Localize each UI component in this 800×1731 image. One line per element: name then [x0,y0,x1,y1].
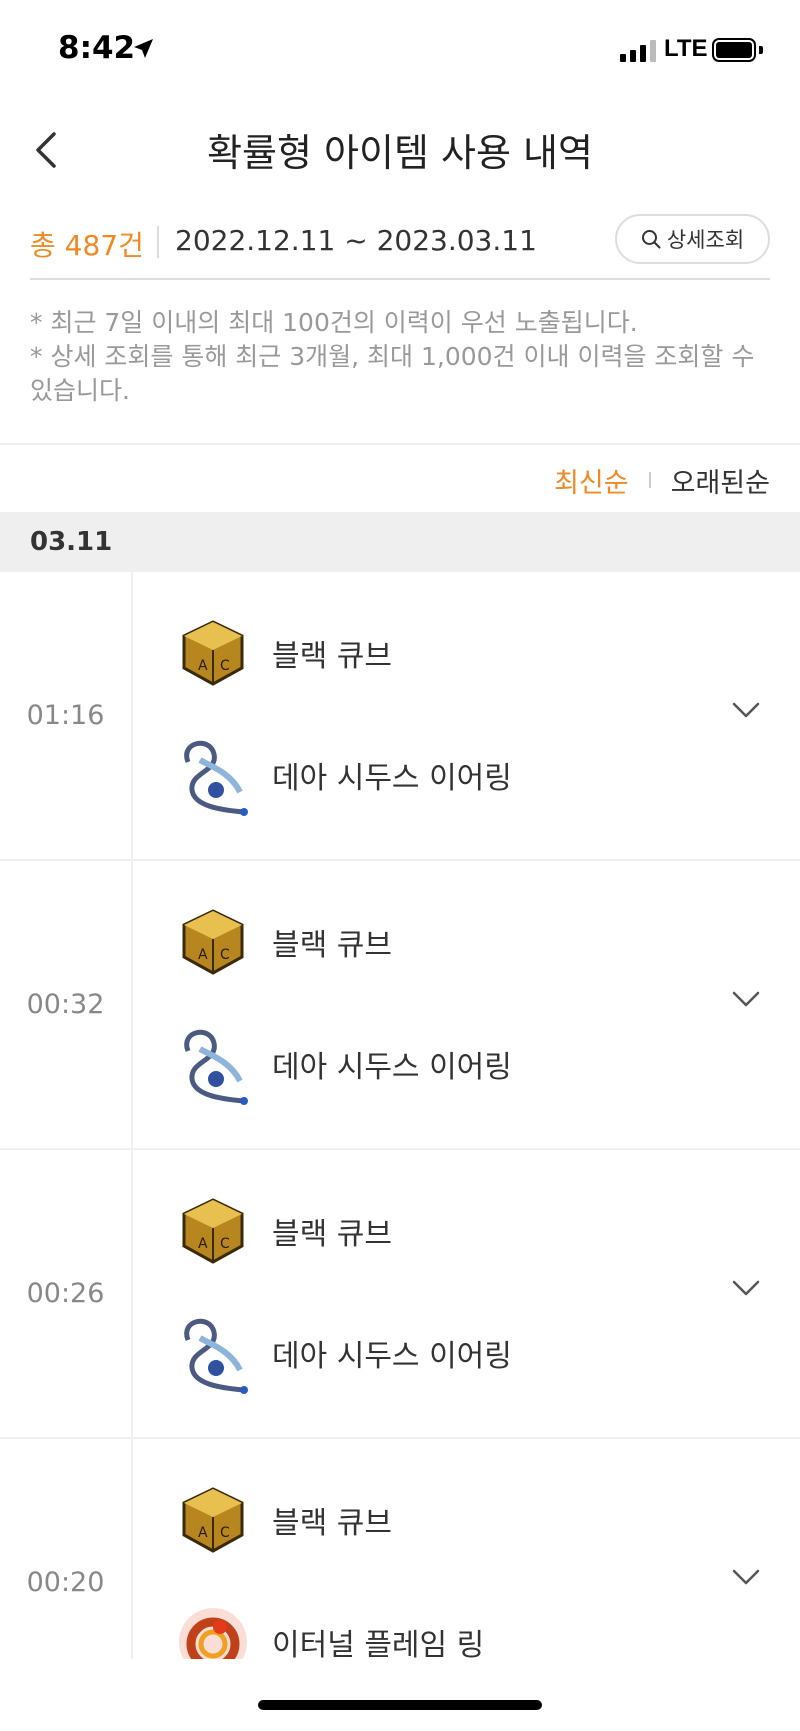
svg-text:C: C [220,1236,230,1252]
usage-list: 01:16 AC 블랙 큐브 데아 시두스 이어링 00:32 AC 블랙 큐브 [0,572,800,1659]
divider [648,472,651,488]
item-name: 블랙 큐브 [272,639,392,674]
date-group-header: 03.11 [0,512,800,572]
summary-bar: 총 487건 2022.12.11 ~ 2023.03.11 상세조회 [30,210,770,280]
earring-icon [170,1310,256,1396]
svg-text:A: A [198,658,208,674]
list-item[interactable]: 01:16 AC 블랙 큐브 데아 시두스 이어링 [0,572,800,861]
search-icon [641,230,661,249]
earring-icon [170,1021,256,1107]
item-row: 이터널 플레임 링 [170,1597,484,1659]
sort-newest-button[interactable]: 최신순 [554,461,629,500]
item-row: 데아 시두스 이어링 [170,1308,512,1398]
entry-time: 00:32 [0,861,133,1148]
item-name: 블랙 큐브 [272,928,392,963]
detail-search-button[interactable]: 상세조회 [615,214,770,264]
svg-text:A: A [198,1236,208,1252]
svg-text:A: A [198,947,208,963]
entry-time: 00:26 [0,1150,133,1437]
page-title: 확률형 아이템 사용 내역 [207,131,593,175]
black-cube-icon: AC [170,610,256,696]
date-range: 2022.12.11 ~ 2023.03.11 [175,224,537,257]
status-bar: 8:42 LTE [0,0,800,100]
svg-text:C: C [220,1525,230,1541]
black-cube-icon: AC [170,1477,256,1563]
black-cube-icon: AC [170,899,256,985]
black-cube-icon: AC [170,1188,256,1274]
battery-icon [712,38,756,62]
item-name: 블랙 큐브 [272,1217,392,1252]
svg-text:C: C [220,658,230,674]
status-time: 8:42 [58,30,136,66]
ring-icon [170,1599,256,1659]
chevron-down-icon[interactable] [730,1276,762,1300]
item-row: AC 블랙 큐브 [170,897,392,987]
sort-options: 최신순 오래된순 [554,460,770,500]
item-name: 데아 시두스 이어링 [272,761,512,796]
entry-time: 00:20 [0,1439,133,1659]
item-row: AC 블랙 큐브 [170,1186,392,1276]
item-name: 이터널 플레임 링 [272,1628,485,1659]
entry-time: 01:16 [0,572,133,859]
detail-search-label: 상세조회 [666,228,745,252]
item-row: 데아 시두스 이어링 [170,730,512,820]
list-item[interactable]: 00:32 AC 블랙 큐브 데아 시두스 이어링 [0,861,800,1150]
header: 확률형 아이템 사용 내역 [0,100,800,200]
item-row: AC 블랙 큐브 [170,608,392,698]
battery-tip [759,46,763,54]
divider [0,443,800,445]
list-item[interactable]: 00:20 AC 블랙 큐브 이터널 플레임 링 [0,1439,800,1659]
chevron-down-icon[interactable] [730,987,762,1011]
sort-oldest-button[interactable]: 오래된순 [671,461,770,500]
item-name: 데아 시두스 이어링 [272,1339,512,1374]
svg-text:A: A [198,1525,208,1541]
svg-text:C: C [220,947,230,963]
list-item[interactable]: 00:26 AC 블랙 큐브 데아 시두스 이어링 [0,1150,800,1439]
location-arrow-icon [134,39,153,58]
home-indicator[interactable] [258,1700,542,1710]
item-name: 블랙 큐브 [272,1506,392,1541]
total-count: 총 487건 [30,229,144,262]
chevron-down-icon[interactable] [730,698,762,722]
chevron-down-icon[interactable] [730,1565,762,1589]
notice-line: * 최근 7일 이내의 최대 100건의 이력이 우선 노출됩니다. [30,308,638,337]
earring-icon [170,732,256,818]
divider [157,226,159,258]
notice-line: * 상세 조회를 통해 최근 3개월, 최대 1,000건 이내 이력을 조회할… [30,342,755,405]
item-row: 데아 시두스 이어링 [170,1019,512,1109]
cellular-signal-icon [620,38,656,62]
network-type: LTE [664,35,708,62]
item-row: AC 블랙 큐브 [170,1475,392,1565]
item-name: 데아 시두스 이어링 [272,1050,512,1085]
notice-text: * 최근 7일 이내의 최대 100건의 이력이 우선 노출됩니다. * 상세 … [30,306,775,408]
